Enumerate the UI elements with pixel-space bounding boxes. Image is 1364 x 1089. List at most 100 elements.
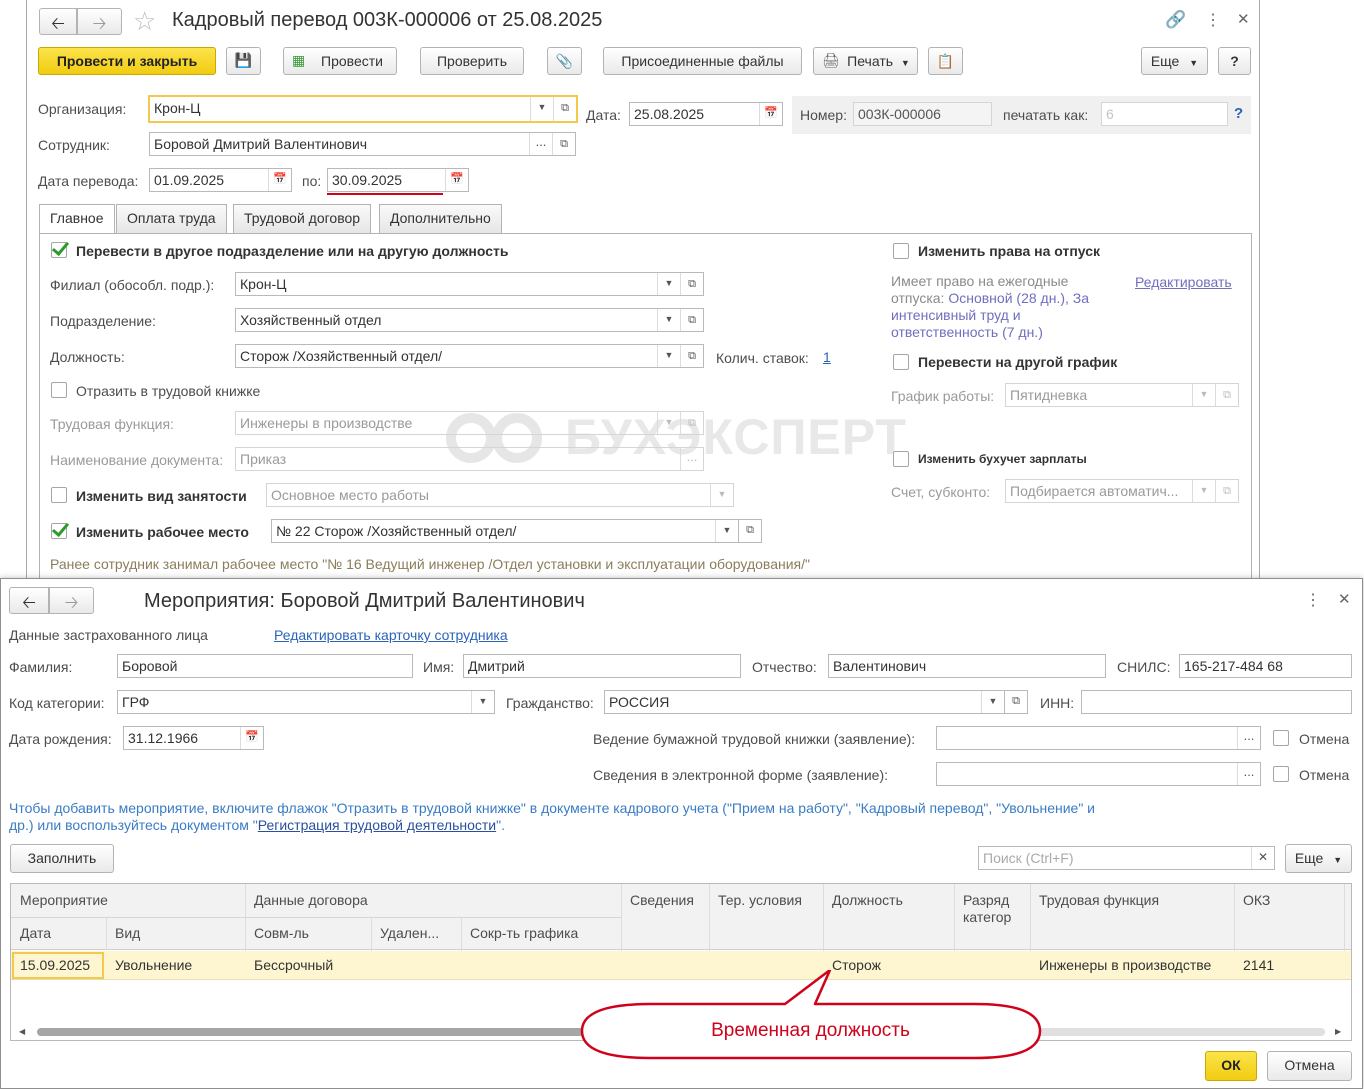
to-date-field[interactable]: 30.09.2025 📅 <box>327 168 469 192</box>
category-field[interactable]: ГРФ ▼ <box>117 690 495 714</box>
dropdown-arrow-icon[interactable]: ▼ <box>657 412 680 434</box>
date-field[interactable]: 25.08.2025 📅 <box>629 102 783 126</box>
dropdown-arrow-icon[interactable]: ▼ <box>657 273 680 295</box>
th-remote[interactable]: Удален... <box>380 925 439 941</box>
help-button[interactable]: ? <box>1218 47 1251 75</box>
th-okz[interactable]: ОКЗ <box>1243 892 1270 908</box>
employment-check-label[interactable]: Изменить вид занятости <box>76 488 247 504</box>
electronic-cancel-checkbox[interactable] <box>1273 766 1289 782</box>
select-dots-icon[interactable]: ... <box>1237 763 1260 785</box>
schedule-checkbox[interactable] <box>893 354 909 370</box>
workplace-check-label[interactable]: Изменить рабочее место <box>76 524 249 540</box>
citizenship-field[interactable]: РОССИЯ ▼ <box>604 690 1005 714</box>
scroll-right-icon[interactable]: ▶ <box>1335 1027 1341 1036</box>
accounting-checkbox[interactable] <box>893 451 909 467</box>
th-terr[interactable]: Тер. условия <box>718 892 802 908</box>
open-icon[interactable]: ⧉ <box>552 133 575 155</box>
th-contract[interactable]: Данные договора <box>254 892 368 908</box>
transfer-date-field[interactable]: 01.09.2025 📅 <box>149 168 292 192</box>
account-field[interactable]: Подбирается автоматич... ▼ ⧉ <box>1005 479 1239 503</box>
paper-book-cancel-label[interactable]: Отмена <box>1299 731 1349 747</box>
employee-field[interactable]: Боровой Дмитрий Валентинович ... ⧉ <box>149 132 576 156</box>
registration-doc-link[interactable]: Регистрация трудовой деятельности <box>258 817 496 833</box>
th-date[interactable]: Дата <box>20 925 51 941</box>
open-icon[interactable]: ⧉ <box>680 273 703 295</box>
dropdown-arrow-icon[interactable]: ▼ <box>657 309 680 331</box>
dropdown-arrow-icon[interactable]: ▼ <box>710 484 733 506</box>
open-icon[interactable]: ⧉ <box>680 309 703 331</box>
select-dots-icon[interactable]: ... <box>1237 727 1260 749</box>
book-checkbox[interactable] <box>51 382 67 398</box>
paper-book-field[interactable]: ... <box>936 726 1261 750</box>
edit-vacation-link[interactable]: Редактировать <box>1135 274 1232 290</box>
more-button[interactable]: Еще ▼ <box>1141 47 1208 75</box>
accounting-check-label[interactable]: Изменить бухучет зарплаты <box>918 452 1087 466</box>
surname-field[interactable]: Боровой <box>117 654 413 678</box>
vacation-checkbox[interactable] <box>893 243 909 259</box>
attach-icon[interactable]: 📎 <box>547 47 582 75</box>
back-button[interactable]: 🡠 <box>9 587 49 614</box>
report-icon[interactable]: 📋 <box>928 47 963 75</box>
more-vert-icon[interactable]: ⋮ <box>1305 590 1321 610</box>
transfer-check-label[interactable]: Перевести в другое подразделение или на … <box>76 243 508 259</box>
tab-contract[interactable]: Трудовой договор <box>233 204 372 233</box>
check-button[interactable]: Проверить <box>420 47 524 75</box>
workplace-field[interactable]: № 22 Сторож /Хозяйственный отдел/ ▼ <box>271 519 739 543</box>
th-rank-1[interactable]: Разряд <box>963 892 1009 908</box>
post-and-close-button[interactable]: Провести и закрыть <box>38 47 216 75</box>
tab-additional[interactable]: Дополнительно <box>379 204 502 233</box>
print-as-field[interactable]: 6 <box>1101 102 1228 126</box>
help-icon[interactable]: ? <box>1234 105 1243 122</box>
dropdown-arrow-icon[interactable]: ▼ <box>530 97 553 121</box>
close-icon[interactable]: ✕ <box>1338 590 1351 608</box>
employment-field[interactable]: Основное место работы ▼ <box>266 483 734 507</box>
th-position[interactable]: Должность <box>832 892 903 908</box>
close-icon[interactable]: ✕ <box>1237 10 1250 28</box>
inn-field[interactable] <box>1081 690 1352 714</box>
th-kind[interactable]: Вид <box>115 925 140 941</box>
book-check-label[interactable]: Отразить в трудовой книжке <box>76 383 260 399</box>
th-rank-2[interactable]: категор <box>963 909 1011 925</box>
dropdown-arrow-icon[interactable]: ▼ <box>1192 384 1215 406</box>
number-field[interactable]: 003К-000006 <box>853 102 992 126</box>
schedule-check-label[interactable]: Перевести на другой график <box>918 354 1117 370</box>
cancel-button[interactable]: Отмена <box>1267 1051 1352 1081</box>
dropdown-arrow-icon[interactable]: ▼ <box>1192 480 1215 502</box>
forward-button[interactable]: 🡢 <box>49 587 94 614</box>
select-dots-icon[interactable]: ... <box>529 133 552 155</box>
scroll-left-icon[interactable]: ◀ <box>19 1027 25 1036</box>
dropdown-arrow-icon[interactable]: ▼ <box>981 691 1004 713</box>
open-icon[interactable]: ⧉ <box>1215 480 1238 502</box>
favorite-star-icon[interactable]: ☆ <box>133 6 156 37</box>
calendar-icon[interactable]: 📅 <box>759 103 782 125</box>
more-vert-icon[interactable]: ⋮ <box>1205 10 1221 30</box>
dropdown-arrow-icon[interactable]: ▼ <box>471 691 494 713</box>
fill-button[interactable]: Заполнить <box>10 844 114 873</box>
workplace-checkbox[interactable] <box>51 523 67 539</box>
th-combo[interactable]: Совм-ль <box>254 925 309 941</box>
transfer-checkbox[interactable] <box>51 242 67 258</box>
open-icon[interactable]: ⧉ <box>553 97 576 121</box>
electronic-field[interactable]: ... <box>936 762 1261 786</box>
calendar-icon[interactable]: 📅 <box>240 727 263 749</box>
tab-payment[interactable]: Оплата труда <box>116 204 227 233</box>
open-icon[interactable]: ⧉ <box>739 519 762 543</box>
docname-field[interactable]: Приказ ... <box>235 447 704 471</box>
open-icon[interactable]: ⧉ <box>680 412 703 434</box>
post-button[interactable]: ▦ Провести <box>283 47 397 75</box>
link-icon[interactable]: 🔗 <box>1165 10 1186 30</box>
schedule-field[interactable]: Пятидневка ▼ ⧉ <box>1005 383 1239 407</box>
employment-checkbox[interactable] <box>51 487 67 503</box>
patronymic-field[interactable]: Валентинович <box>828 654 1106 678</box>
th-function[interactable]: Трудовая функция <box>1039 892 1159 908</box>
table-more-button[interactable]: Еще ▼ <box>1285 844 1352 873</box>
clear-icon[interactable]: ✕ <box>1251 847 1274 869</box>
name-field[interactable]: Дмитрий <box>463 654 741 678</box>
print-button[interactable]: 🖨 Печать ▼ <box>813 47 918 75</box>
save-icon[interactable]: 💾 <box>226 47 261 75</box>
branch-field[interactable]: Крон-Ц ▼ ⧉ <box>235 272 704 296</box>
tab-main[interactable]: Главное <box>39 204 115 234</box>
dropdown-arrow-icon[interactable]: ▼ <box>657 345 680 367</box>
rate-value-link[interactable]: 1 <box>823 349 831 365</box>
func-field[interactable]: Инженеры в производстве ▼ ⧉ <box>235 411 704 435</box>
